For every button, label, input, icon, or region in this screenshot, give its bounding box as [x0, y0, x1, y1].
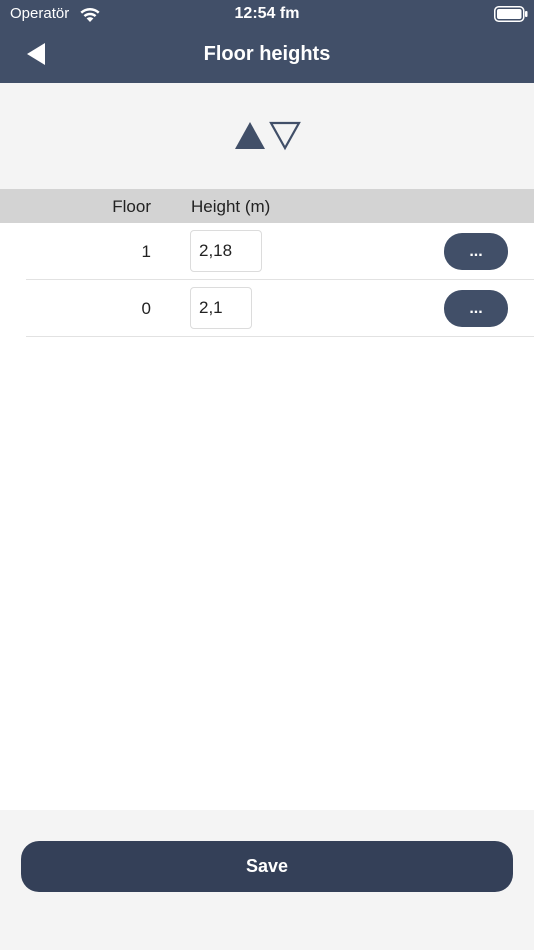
floor-number: 0	[141, 299, 151, 318]
navigation-bar: Floor heights	[0, 28, 534, 83]
table-row: 1 ...	[0, 223, 534, 280]
battery-icon	[494, 6, 528, 22]
table-header: Floor Height (m)	[0, 189, 534, 223]
page-title: Floor heights	[203, 43, 331, 65]
sort-controls	[0, 83, 534, 189]
status-time: 12:54 fm	[234, 5, 300, 22]
column-header-height: Height (m)	[191, 197, 271, 216]
status-bar: Operatör 12:54 fm	[0, 0, 534, 28]
sort-descending-icon[interactable]	[268, 120, 302, 152]
height-input[interactable]	[190, 287, 252, 329]
column-header-floor: Floor	[112, 197, 151, 216]
app-header: Operatör 12:54 fm Floor heights	[0, 0, 534, 83]
floor-number: 1	[141, 242, 151, 261]
more-options-button[interactable]: ...	[444, 233, 508, 270]
sort-ascending-icon[interactable]	[233, 120, 267, 152]
more-options-button[interactable]: ...	[444, 290, 508, 327]
table-row: 0 ...	[0, 280, 534, 337]
footer: Save	[0, 810, 534, 950]
row-divider	[26, 336, 534, 337]
save-button[interactable]: Save	[21, 841, 513, 892]
height-input[interactable]	[190, 230, 262, 272]
